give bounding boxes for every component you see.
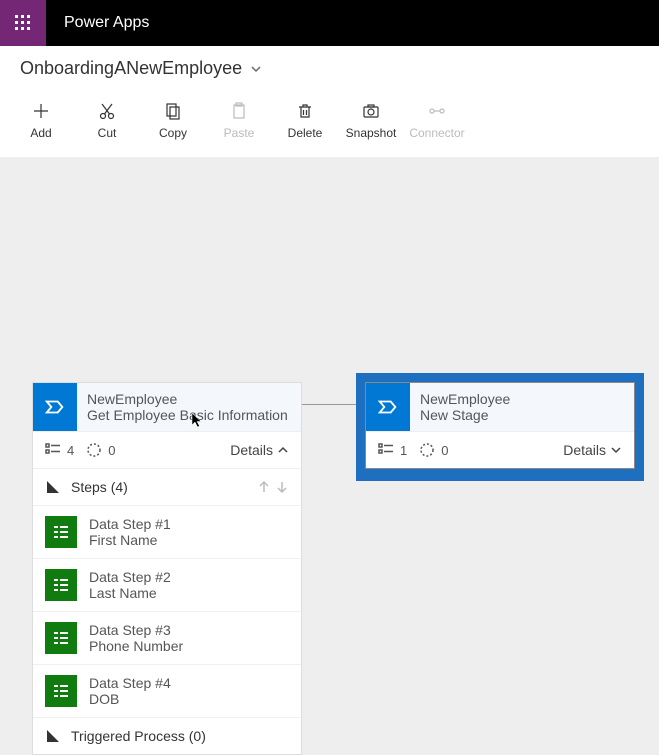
camera-icon: [362, 102, 380, 120]
step-field: DOB: [89, 691, 171, 707]
chevron-down-icon: [610, 444, 622, 456]
details-label: Details: [563, 442, 606, 458]
stage-name: Get Employee Basic Information: [87, 407, 291, 423]
reorder-arrows: [257, 480, 289, 494]
scissors-icon: [98, 102, 116, 120]
step-icon: [45, 675, 77, 707]
connector-icon: [428, 102, 446, 120]
cut-button[interactable]: Cut: [74, 93, 140, 149]
step-icon: [45, 569, 77, 601]
list-icon: [378, 442, 394, 458]
arrow-down-icon: [275, 480, 289, 494]
copy-icon: [164, 102, 182, 120]
form-icon: [52, 523, 70, 541]
details-toggle[interactable]: Details: [563, 442, 622, 458]
stage-card-get-info[interactable]: NewEmployee Get Employee Basic Informati…: [32, 382, 302, 755]
step-row[interactable]: Data Step #2 Last Name: [33, 558, 301, 611]
stage-stats: 4 0 Details: [33, 431, 301, 468]
add-button[interactable]: Add: [8, 93, 74, 149]
details-label: Details: [230, 442, 273, 458]
step-name: Data Step #1: [89, 516, 171, 532]
stage-icon: [33, 383, 77, 431]
step-row[interactable]: Data Step #3 Phone Number: [33, 611, 301, 664]
steps-section: Steps (4) Data Step #1 First Name Data S…: [33, 468, 301, 754]
chevron-up-icon: [277, 444, 289, 456]
breadcrumb-text: OnboardingANewEmployee: [20, 58, 242, 79]
snapshot-label: Snapshot: [346, 126, 397, 140]
cursor-pointer: [190, 412, 206, 433]
step-field: First Name: [89, 532, 171, 548]
step-name: Data Step #4: [89, 675, 171, 691]
connector-line: [300, 404, 362, 405]
stage-icon: [366, 383, 410, 431]
steps-count-value: 1: [400, 443, 407, 458]
stage-entity: NewEmployee: [87, 391, 291, 407]
canvas[interactable]: NewEmployee Get Employee Basic Informati…: [0, 157, 659, 717]
triangle-icon: [45, 479, 61, 495]
app-title: Power Apps: [46, 0, 167, 46]
chevron-shape-icon: [44, 396, 66, 418]
stage-card-new-stage[interactable]: NewEmployee New Stage 1 0 Details: [365, 382, 635, 469]
stage-entity: NewEmployee: [420, 391, 624, 407]
process-count-value: 0: [441, 443, 448, 458]
form-icon: [52, 629, 70, 647]
toolbar: Add Cut Copy Paste Delete Snapshot Conne…: [0, 87, 659, 157]
process-count: 0: [86, 442, 115, 458]
steps-header-label: Steps (4): [71, 479, 128, 495]
delete-label: Delete: [288, 126, 323, 140]
arrow-up-icon: [257, 480, 271, 494]
step-name: Data Step #3: [89, 622, 183, 638]
app-launcher-button[interactable]: [0, 0, 46, 46]
step-row[interactable]: Data Step #4 DOB: [33, 664, 301, 717]
paste-button: Paste: [206, 93, 272, 149]
trash-icon: [296, 102, 314, 120]
steps-count-value: 4: [67, 443, 74, 458]
plus-icon: [32, 102, 50, 120]
triggered-header[interactable]: Triggered Process (0): [33, 717, 301, 754]
steps-header[interactable]: Steps (4): [33, 469, 301, 505]
refresh-icon: [86, 442, 102, 458]
process-count-value: 0: [108, 443, 115, 458]
step-icon: [45, 516, 77, 548]
connector-button: Connector: [404, 93, 470, 149]
snapshot-button[interactable]: Snapshot: [338, 93, 404, 149]
stage-header[interactable]: NewEmployee New Stage: [366, 383, 634, 431]
chevron-shape-icon: [377, 396, 399, 418]
stage-header[interactable]: NewEmployee Get Employee Basic Informati…: [33, 383, 301, 431]
breadcrumb[interactable]: OnboardingANewEmployee: [0, 46, 659, 87]
connector-label: Connector: [409, 126, 464, 140]
chevron-down-icon: [250, 63, 262, 75]
triggered-label: Triggered Process (0): [71, 728, 206, 744]
details-toggle[interactable]: Details: [230, 442, 289, 458]
cut-label: Cut: [98, 126, 117, 140]
process-count: 0: [419, 442, 448, 458]
waffle-icon: [15, 15, 31, 31]
delete-button[interactable]: Delete: [272, 93, 338, 149]
paste-label: Paste: [224, 126, 255, 140]
step-icon: [45, 622, 77, 654]
form-icon: [52, 576, 70, 594]
step-name: Data Step #2: [89, 569, 171, 585]
paste-icon: [230, 102, 248, 120]
add-label: Add: [30, 126, 51, 140]
refresh-icon: [419, 442, 435, 458]
step-field: Phone Number: [89, 638, 183, 654]
form-icon: [52, 682, 70, 700]
step-row[interactable]: Data Step #1 First Name: [33, 505, 301, 558]
steps-count: 1: [378, 442, 407, 458]
stage-stats: 1 0 Details: [366, 431, 634, 468]
steps-count: 4: [45, 442, 74, 458]
step-field: Last Name: [89, 585, 171, 601]
copy-button[interactable]: Copy: [140, 93, 206, 149]
copy-label: Copy: [159, 126, 187, 140]
list-icon: [45, 442, 61, 458]
stage-name: New Stage: [420, 407, 624, 423]
triangle-icon: [45, 728, 61, 744]
